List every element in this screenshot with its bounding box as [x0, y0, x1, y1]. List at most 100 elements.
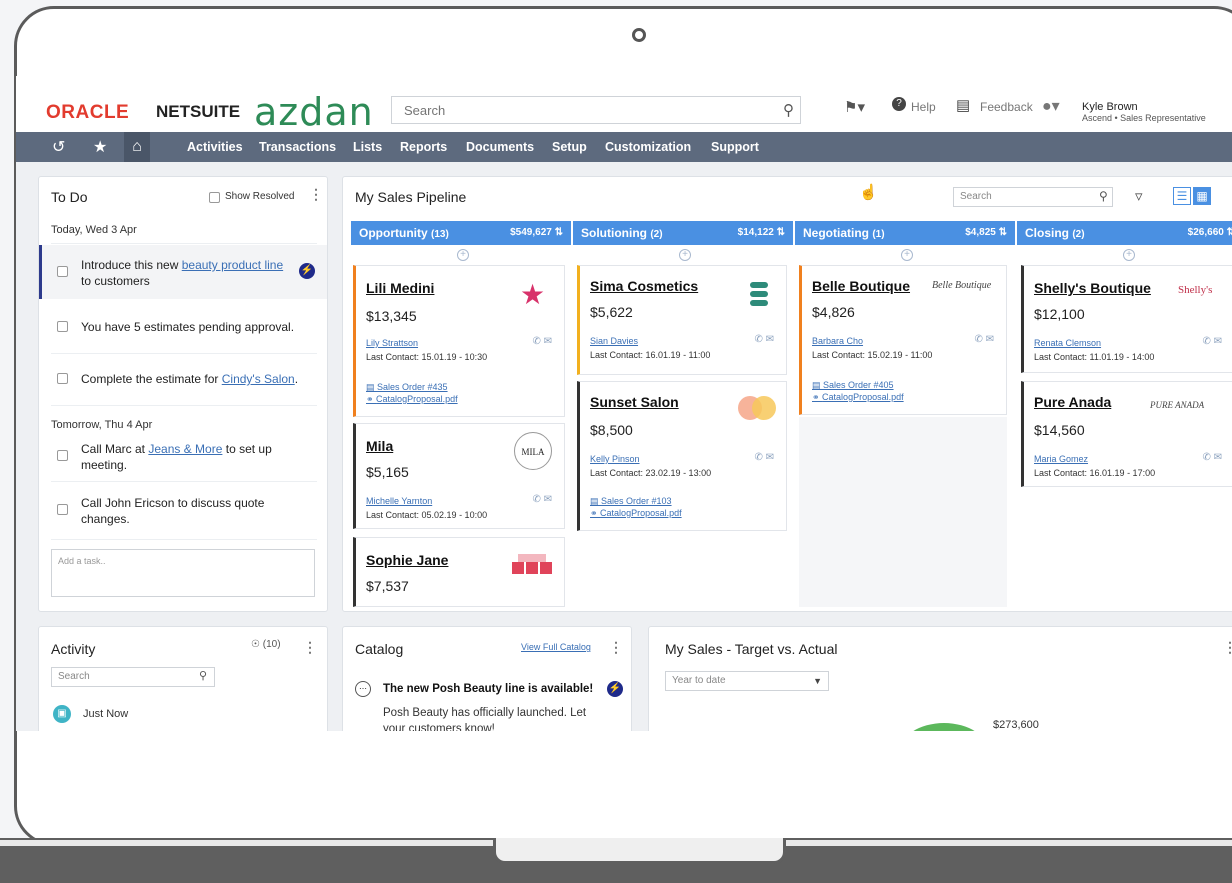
nav-documents[interactable]: Documents [466, 140, 534, 154]
nav-lists[interactable]: Lists [353, 140, 382, 154]
deal-card[interactable]: Mila $5,165 MILA Michelle Yarnton ✆ ✉ La… [353, 423, 565, 529]
task-item[interactable]: You have 5 estimates pending approval. [81, 319, 369, 335]
show-resolved-label[interactable]: Show Resolved [225, 191, 294, 202]
task-item[interactable]: Call John Ericson to discuss quote chang… [81, 495, 369, 527]
stage-solutioning[interactable]: Solutioning (2) $14,122 ⇅ [573, 221, 793, 245]
home-icon[interactable]: ⌂ [124, 132, 150, 162]
catalog-title: Catalog [355, 641, 404, 657]
recent-records-icon[interactable]: ⚑▾ [844, 98, 865, 116]
help-icon[interactable]: ? [892, 97, 906, 111]
stage-closing[interactable]: Closing (2) $26,660 ⇅ [1017, 221, 1232, 245]
jeans-more-link[interactable]: Jeans & More [148, 442, 222, 456]
global-search[interactable]: ⚲ [391, 96, 801, 124]
chevron-down-icon[interactable]: ▼ [813, 672, 822, 690]
task-item[interactable]: Call Marc at Jeans & More to set up meet… [81, 441, 369, 473]
history-icon[interactable]: ↺ [52, 137, 65, 157]
deal-card[interactable]: Belle Boutique $4,826 Belle Boutique Bar… [799, 265, 1007, 415]
filter-icon[interactable]: ▿ [1135, 187, 1143, 205]
today-label: Today, Wed 3 Apr [51, 224, 137, 236]
task-checkbox[interactable] [57, 504, 68, 515]
todo-title: To Do [51, 189, 88, 205]
pure-anada-logo: PURE ANADA [1150, 400, 1205, 410]
deal-card[interactable]: Lili Medini $13,345 ★ Lily Strattson ✆ ✉… [353, 265, 565, 417]
phone-email-icons[interactable]: ✆ ✉ [754, 334, 774, 345]
stage-opportunity[interactable]: Opportunity (13) $549,627 ⇅ [351, 221, 571, 245]
sales-panel: My Sales - Target vs. Actual ⋮ Year to d… [648, 626, 1232, 731]
task-checkbox[interactable] [57, 450, 68, 461]
feedback-link[interactable]: Feedback [980, 100, 1033, 114]
nav-reports[interactable]: Reports [400, 140, 447, 154]
add-card-icon[interactable]: + [1123, 249, 1135, 261]
lightning-icon: ⚡ [299, 263, 315, 279]
phone-email-icons[interactable]: ✆ ✉ [974, 334, 994, 345]
board-view-icon[interactable]: ▦ [1193, 187, 1211, 205]
tomorrow-label: Tomorrow, Thu 4 Apr [51, 419, 153, 431]
activity-title: Activity [51, 641, 96, 657]
task-item[interactable]: Complete the estimate for Cindy's Salon. [81, 371, 369, 387]
nav-activities[interactable]: Activities [187, 140, 243, 154]
pipeline-panel: My Sales Pipeline ☝ Search ⚲ ▿ ☰ ▦ Oppor… [342, 176, 1232, 612]
client-logo: azdan [254, 90, 374, 134]
news-icon: ⋯ [355, 681, 371, 697]
activity-menu-icon[interactable]: ⋮ [303, 639, 317, 656]
deal-card[interactable]: Sophie Jane $7,537 [353, 537, 565, 607]
todo-menu-icon[interactable]: ⋮ [309, 186, 323, 203]
help-link[interactable]: Help [911, 100, 936, 114]
feedback-icon[interactable]: ▤ [956, 96, 970, 114]
catalog-menu-icon[interactable]: ⋮ [609, 639, 623, 656]
mila-logo: MILA [514, 432, 552, 470]
app-screen: ORACLE NETSUITE azdan ⚲ ⚑▾ ? Help ▤ Feed… [16, 76, 1232, 731]
user-name[interactable]: Kyle Brown [1082, 101, 1138, 113]
task-checkbox[interactable] [57, 321, 68, 332]
catalog-body-line1: Posh Beauty has officially launched. Let [383, 707, 587, 719]
shellys-logo: Shelly's [1178, 284, 1213, 296]
activity-search-input[interactable]: Search [51, 667, 215, 687]
stage-negotiating[interactable]: Negotiating (1) $4,825 ⇅ [795, 221, 1015, 245]
phone-email-icons[interactable]: ✆ ✉ [532, 494, 552, 505]
phone-email-icons[interactable]: ✆ ✉ [1202, 452, 1222, 463]
deal-card[interactable]: Shelly's Boutique $12,100 Shelly's Renat… [1021, 265, 1232, 373]
activity-panel: Activity ☉ (10) ⋮ Search ⚲ ▣ Just Now [38, 626, 328, 731]
global-search-input[interactable] [392, 97, 752, 123]
lightning-icon: ⚡ [607, 681, 623, 697]
activity-search-icon[interactable]: ⚲ [199, 669, 207, 682]
deal-card[interactable]: Sima Cosmetics $5,622 Sian Davies ✆ ✉ La… [577, 265, 787, 375]
cursor-hand-icon: ☝ [859, 184, 878, 201]
phone-email-icons[interactable]: ✆ ✉ [1202, 336, 1222, 347]
beauty-line-link[interactable]: beauty product line [182, 258, 283, 272]
deal-card[interactable]: Sunset Salon $8,500 Kelly Pinson ✆ ✉ Las… [577, 381, 787, 531]
cindys-salon-link[interactable]: Cindy's Salon [222, 372, 295, 386]
add-card-icon[interactable]: + [679, 249, 691, 261]
pipeline-title: My Sales Pipeline [355, 189, 467, 205]
add-card-icon[interactable]: + [901, 249, 913, 261]
search-icon[interactable]: ⚲ [783, 101, 794, 119]
user-role: Ascend • Sales Representative [1082, 113, 1206, 123]
sales-gauge [899, 723, 989, 731]
nav-transactions[interactable]: Transactions [259, 140, 336, 154]
catalog-headline[interactable]: The new Posh Beauty line is available! [383, 683, 593, 695]
user-avatar-icon[interactable]: ●▾ [1042, 96, 1060, 116]
task-checkbox[interactable] [57, 266, 68, 277]
sales-menu-icon[interactable]: ⋮ [1223, 639, 1232, 656]
add-task-input[interactable]: Add a task.. [51, 549, 315, 597]
app-header: ORACLE NETSUITE azdan ⚲ ⚑▾ ? Help ▤ Feed… [16, 76, 1232, 134]
phone-email-icons[interactable]: ✆ ✉ [754, 452, 774, 463]
nav-customization[interactable]: Customization [605, 140, 691, 154]
nav-support[interactable]: Support [711, 140, 759, 154]
favorites-icon[interactable]: ★ [93, 137, 107, 157]
task-item[interactable]: Introduce this new beauty product line t… [81, 257, 301, 289]
list-view-icon[interactable]: ☰ [1173, 187, 1191, 205]
period-select[interactable]: Year to date ▼ [665, 671, 829, 691]
pipeline-search-input[interactable]: Search [953, 187, 1113, 207]
deal-card[interactable]: Pure Anada $14,560 PURE ANADA Maria Gome… [1021, 381, 1232, 487]
show-resolved-checkbox[interactable] [209, 192, 220, 203]
main-nav: ↺ ★ ⌂ Activities Transactions Lists Repo… [16, 132, 1232, 162]
task-checkbox[interactable] [57, 373, 68, 384]
pipeline-search-icon[interactable]: ⚲ [1099, 189, 1108, 203]
empty-column-area [799, 417, 1007, 607]
nav-setup[interactable]: Setup [552, 140, 587, 154]
phone-email-icons[interactable]: ✆ ✉ [532, 336, 552, 347]
view-full-catalog-link[interactable]: View Full Catalog [521, 642, 591, 652]
pin-icon[interactable]: ☉ (10) [251, 639, 281, 650]
add-card-icon[interactable]: + [457, 249, 469, 261]
